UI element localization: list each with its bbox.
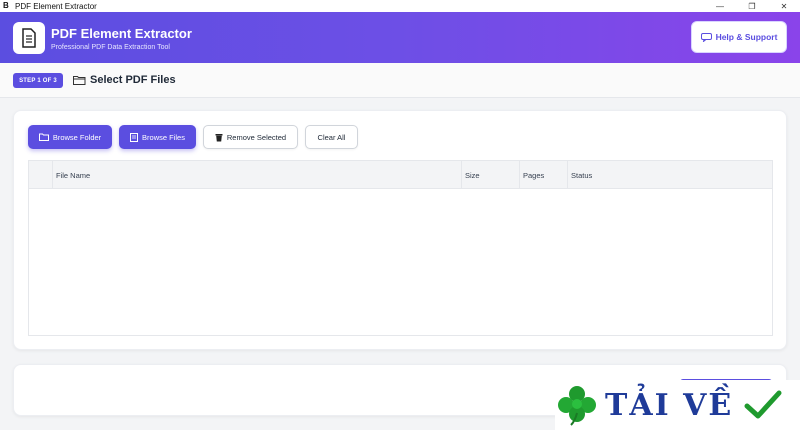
- column-header-size[interactable]: Size: [461, 161, 519, 189]
- watermark: TẢI VỀ: [555, 380, 800, 430]
- app-title: PDF Element Extractor: [51, 26, 192, 41]
- clear-all-label: Clear All: [317, 132, 346, 142]
- column-header-status[interactable]: Status: [567, 161, 772, 189]
- column-header-select[interactable]: [29, 161, 52, 189]
- step-title: Select PDF Files: [90, 74, 176, 86]
- trash-icon: [215, 133, 223, 141]
- folder-open-icon: [38, 133, 49, 141]
- step-badge: STEP 1 OF 3: [13, 73, 63, 88]
- remove-selected-label: Remove Selected: [226, 132, 287, 142]
- app-logo: [13, 22, 45, 54]
- browse-files-label: Browse Files: [142, 132, 185, 142]
- column-header-file-name[interactable]: File Name: [52, 161, 461, 189]
- clear-all-button[interactable]: Clear All: [305, 125, 358, 149]
- file-selection-card: Browse Folder Browse Files Remove Select…: [13, 110, 787, 350]
- clover-icon: [558, 386, 596, 426]
- browse-files-button[interactable]: Browse Files: [119, 125, 196, 149]
- help-support-label: Help & Support: [715, 32, 778, 42]
- chat-icon: [700, 32, 712, 42]
- close-icon[interactable]: ✕: [768, 0, 800, 12]
- watermark-text: TẢI VỀ: [605, 387, 734, 423]
- window-controls: — ❐ ✕: [704, 0, 800, 12]
- files-icon: [130, 132, 139, 142]
- minimize-icon[interactable]: —: [704, 0, 736, 12]
- browse-folder-label: Browse Folder: [52, 132, 102, 142]
- app-header: PDF Element Extractor Professional PDF D…: [0, 12, 800, 63]
- help-support-button[interactable]: Help & Support: [691, 21, 787, 53]
- app-subtitle: Professional PDF Data Extraction Tool: [51, 44, 170, 51]
- maximize-icon[interactable]: ❐: [736, 0, 768, 12]
- table-header: File Name Size Pages Status: [29, 161, 772, 189]
- window-title: PDF Element Extractor: [15, 1, 97, 11]
- check-icon: [744, 390, 782, 419]
- app-icon: B: [3, 1, 9, 10]
- document-icon: [22, 28, 36, 48]
- file-table[interactable]: File Name Size Pages Status: [28, 160, 773, 336]
- remove-selected-button[interactable]: Remove Selected: [203, 125, 298, 149]
- folder-icon: [73, 76, 86, 85]
- window-titlebar: B PDF Element Extractor — ❐ ✕: [0, 0, 800, 12]
- browse-folder-button[interactable]: Browse Folder: [28, 125, 112, 149]
- step-bar: STEP 1 OF 3 Select PDF Files: [0, 63, 800, 98]
- column-header-pages[interactable]: Pages: [519, 161, 567, 189]
